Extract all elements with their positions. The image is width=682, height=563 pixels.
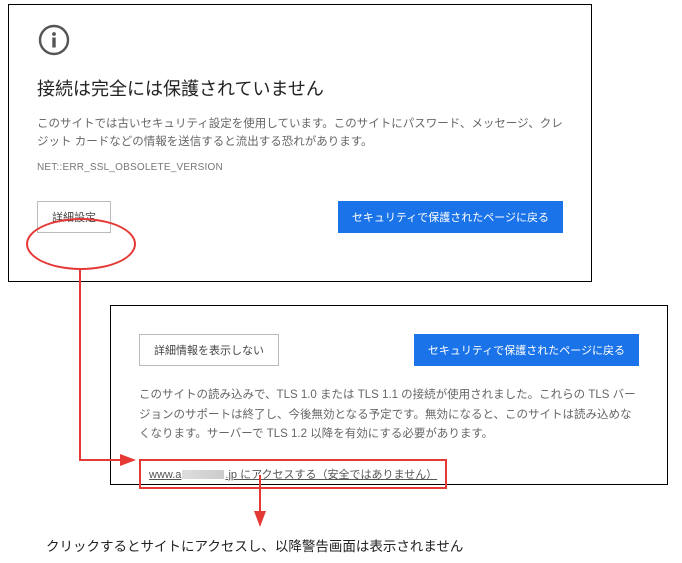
warning-description: このサイトでは古いセキュリティ設定を使用しています。このサイトにパスワード、メッ…	[37, 115, 563, 152]
proceed-link-suffix: .jp にアクセスする（安全ではありません）	[225, 469, 437, 481]
warning-title: 接続は完全には保護されていません	[37, 75, 563, 101]
button-row: 詳細情報を表示しない セキュリティで保護されたページに戻る	[139, 334, 639, 366]
ssl-warning-panel: 接続は完全には保護されていません このサイトでは古いセキュリティ設定を使用してい…	[8, 4, 592, 282]
proceed-domain-prefix: www.a	[149, 469, 181, 481]
redacted-domain	[182, 470, 224, 479]
hide-details-button[interactable]: 詳細情報を表示しない	[139, 334, 279, 366]
back-to-safety-button[interactable]: セキュリティで保護されたページに戻る	[338, 201, 563, 233]
annotation-caption: クリックするとサイトにアクセスし、以降警告画面は表示されません	[46, 535, 463, 555]
ssl-detail-panel: 詳細情報を表示しない セキュリティで保護されたページに戻る このサイトの読み込み…	[110, 305, 668, 485]
info-icon	[37, 23, 563, 57]
advanced-button[interactable]: 詳細設定	[37, 201, 111, 233]
detail-description: このサイトの読み込みで、TLS 1.0 または TLS 1.1 の接続が使用され…	[139, 386, 639, 445]
button-row: 詳細設定 セキュリティで保護されたページに戻る	[37, 201, 563, 233]
error-code: NET::ERR_SSL_OBSOLETE_VERSION	[37, 162, 563, 173]
proceed-link-highlight: www.a .jp にアクセスする（安全ではありません）	[139, 459, 447, 489]
back-to-safety-button[interactable]: セキュリティで保護されたページに戻る	[414, 334, 639, 366]
proceed-unsafe-link[interactable]: www.a .jp にアクセスする（安全ではありません）	[149, 469, 437, 481]
